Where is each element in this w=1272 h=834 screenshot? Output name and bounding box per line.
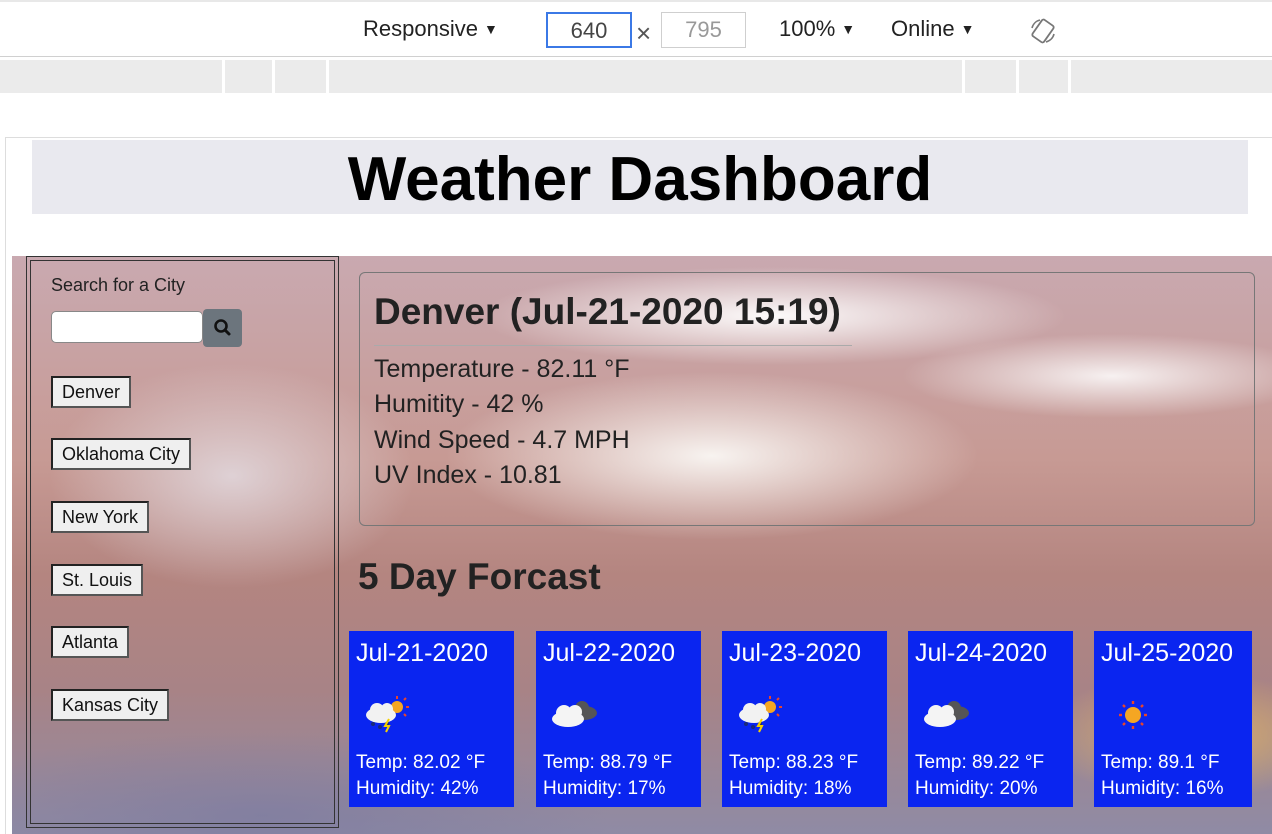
forecast-humidity: Humidity: 20% <box>915 778 1038 799</box>
forecast-date: Jul-23-2020 <box>729 639 862 667</box>
forecast-heading: 5 Day Forcast <box>358 556 601 597</box>
forecast-date: Jul-22-2020 <box>543 639 676 667</box>
city-button-st-louis[interactable]: St. Louis <box>51 564 144 596</box>
rotate-icon[interactable] <box>1028 16 1058 46</box>
zoom-select-label: 100% <box>779 16 836 41</box>
forecast-humidity: Humidity: 42% <box>356 778 479 799</box>
forecast-date: Jul-24-2020 <box>915 639 1048 667</box>
title-divider <box>374 345 852 346</box>
city-button-atlanta[interactable]: Atlanta <box>51 626 130 658</box>
city-button-new-york[interactable]: New York <box>51 501 150 533</box>
viewport-width-input[interactable]: 640 <box>546 12 632 48</box>
ruler-divider <box>272 60 275 93</box>
search-sidebar: Search for a City Denver Oklahoma City N… <box>26 256 339 828</box>
device-select[interactable]: Responsive ▼ <box>363 16 498 42</box>
current-wind-speed: Wind Speed - 4.7 MPH <box>374 426 630 454</box>
page-title: Weather Dashboard <box>347 145 933 214</box>
forecast-humidity: Humidity: 18% <box>729 778 852 799</box>
ruler-divider <box>326 60 329 93</box>
city-button-kansas-city[interactable]: Kansas City <box>51 689 170 721</box>
thunderstorm-sun-icon <box>366 696 409 733</box>
forecast-temp: Temp: 82.02 °F <box>356 752 486 773</box>
search-icon <box>214 319 231 336</box>
search-button[interactable] <box>203 309 242 347</box>
current-uv-index: UV Index - 10.81 <box>374 461 562 489</box>
times-icon: × <box>636 18 652 48</box>
thunderstorm-sun-icon <box>739 696 782 733</box>
ruler-divider <box>1016 60 1019 93</box>
current-humidity: Humitity - 42 % <box>374 390 544 418</box>
forecast-humidity: Humidity: 16% <box>1101 778 1224 799</box>
forecast-card: Jul-22-2020 Temp: 88.79 °F Humidity: 17% <box>536 631 701 807</box>
city-button-oklahoma-city[interactable]: Oklahoma City <box>51 438 192 470</box>
forecast-temp: Temp: 89.22 °F <box>915 752 1045 773</box>
page-viewport: Weather Dashboard Search for a City Denv… <box>5 137 1272 834</box>
zoom-select[interactable]: 100% ▼ <box>779 16 855 42</box>
forecast-humidity: Humidity: 17% <box>543 778 666 799</box>
sidebar-inner-border: Search for a City Denver Oklahoma City N… <box>30 260 335 824</box>
page-header: Weather Dashboard <box>32 140 1248 214</box>
ruler-divider <box>222 60 225 93</box>
forecast-card: Jul-23-2020 Temp: 88.23 °F Humidity: 18% <box>722 631 887 807</box>
city-search-input[interactable] <box>51 311 203 343</box>
forecast-date: Jul-25-2020 <box>1101 639 1234 667</box>
ruler-divider <box>962 60 965 93</box>
forecast-date: Jul-21-2020 <box>356 639 489 667</box>
forecast-temp: Temp: 89.1 °F <box>1101 752 1220 773</box>
viewport-height-input[interactable]: 795 <box>661 12 746 48</box>
ruler-divider <box>1068 60 1071 93</box>
forecast-temp: Temp: 88.79 °F <box>543 752 673 773</box>
forecast-card: Jul-24-2020 Temp: 89.22 °F Humidity: 20% <box>908 631 1073 807</box>
clear-sun-icon <box>1119 701 1147 729</box>
device-select-label: Responsive <box>363 16 478 41</box>
forecast-card: Jul-25-2020 Temp: 89.1 °F Humidity: 16% <box>1094 631 1252 807</box>
broken-clouds-icon <box>924 701 969 727</box>
devtools-toolbar: Responsive ▼ 640 × 795 100% ▼ Online ▼ <box>0 0 1272 57</box>
search-label: Search for a City <box>51 275 186 295</box>
current-weather-card: Denver (Jul-21-2020 15:19) Temperature -… <box>359 272 1255 526</box>
forecast-temp: Temp: 88.23 °F <box>729 752 859 773</box>
caret-down-icon: ▼ <box>841 21 856 37</box>
network-select[interactable]: Online ▼ <box>891 16 974 42</box>
network-select-label: Online <box>891 16 955 41</box>
caret-down-icon: ▼ <box>483 21 498 37</box>
current-temperature: Temperature - 82.11 °F <box>374 355 630 383</box>
media-query-bar <box>0 60 1272 93</box>
city-button-denver[interactable]: Denver <box>51 376 132 408</box>
broken-clouds-icon <box>552 701 597 727</box>
current-weather-title: Denver (Jul-21-2020 15:19) <box>374 291 841 332</box>
caret-down-icon: ▼ <box>960 21 975 37</box>
forecast-card: Jul-21-2020 Temp: 82.02 °F Humidity: 42% <box>349 631 514 807</box>
